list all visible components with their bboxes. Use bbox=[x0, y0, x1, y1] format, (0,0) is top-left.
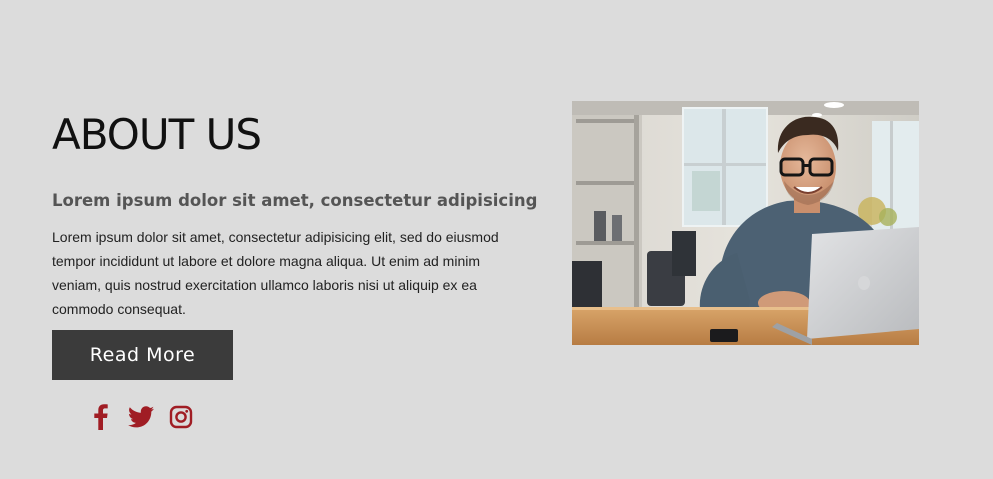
twitter-link[interactable] bbox=[128, 403, 154, 431]
twitter-icon bbox=[128, 406, 154, 428]
read-more-button[interactable]: Read More bbox=[52, 330, 233, 380]
instagram-link[interactable] bbox=[168, 403, 194, 431]
about-photo bbox=[572, 101, 919, 345]
section-subtitle: Lorem ipsum dolor sit amet, consectetur … bbox=[52, 191, 538, 210]
facebook-icon bbox=[94, 404, 108, 430]
facebook-link[interactable] bbox=[88, 403, 114, 431]
about-description: Lorem ipsum dolor sit amet, consectetur … bbox=[52, 229, 499, 317]
office-man-laptop-image bbox=[572, 101, 919, 345]
instagram-icon bbox=[169, 405, 193, 429]
page-title: ABOUT US bbox=[52, 110, 262, 159]
social-links bbox=[88, 403, 194, 431]
